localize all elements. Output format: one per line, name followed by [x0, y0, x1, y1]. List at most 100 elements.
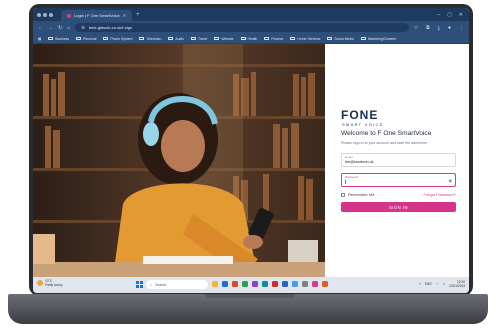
bookmark-label: Marketing/Creative — [367, 36, 397, 41]
remember-row: Remember Me Forgot Password? — [341, 192, 456, 197]
folder-icon — [240, 36, 246, 41]
email-value: lee@fonetech.uk — [345, 160, 374, 164]
bookmark-home-services[interactable]: Home Services — [290, 37, 320, 41]
menu-icon[interactable]: ⋮ — [459, 25, 464, 31]
taskbar-search[interactable]: ⌕ Search — [146, 280, 208, 289]
weather-description: Partly sunny — [45, 283, 63, 287]
close-window-icon[interactable]: ✕ — [459, 12, 463, 18]
bookmark-star-icon[interactable]: ☆ — [414, 25, 418, 31]
bookmark-social-media[interactable]: Social Media — [327, 36, 354, 41]
folder-icon — [290, 36, 296, 41]
remember-me-label[interactable]: Remember Me — [348, 192, 374, 197]
laptop-base — [8, 294, 488, 324]
welcome-tagline: Please sign-in to your account and start… — [341, 141, 428, 145]
url-field[interactable]: ☰ fone.gbtsolo.co.uk/f-sign — [75, 23, 409, 32]
search-placeholder: Search — [155, 282, 167, 287]
forgot-password-link[interactable]: Forgot Password? — [424, 192, 456, 197]
browser-tab[interactable]: Login | F One SmartVoice ✕ — [61, 10, 133, 21]
bookmark-label: Social Media — [334, 36, 354, 41]
pinned-app-icon[interactable] — [242, 281, 248, 287]
wifi-icon[interactable]: ◠ — [436, 282, 439, 286]
bookmark-label: Travel — [198, 36, 208, 41]
system-tray: ˄ ENG ◠ ◁ 12:00 22/01/2024 — [419, 280, 465, 288]
show-password-icon[interactable]: ◉ — [449, 178, 453, 183]
folder-icon — [327, 36, 333, 41]
folder-icon — [75, 36, 81, 41]
new-tab-icon[interactable]: + — [136, 12, 140, 18]
pinned-apps — [212, 281, 328, 287]
bookmark-label: Audio — [175, 36, 185, 41]
bookmark-finance[interactable]: Finance — [264, 37, 283, 41]
folder-icon — [168, 36, 174, 41]
bookmark-label: Home Services — [297, 36, 321, 41]
sign-in-button[interactable]: SIGN IN — [341, 202, 456, 212]
bookmarks-bar: ▦ Business Personal Phone System Television… — [33, 34, 469, 44]
bookmark-travel[interactable]: Travel — [191, 37, 207, 41]
site-info-icon[interactable]: ☰ — [81, 25, 85, 30]
bookmark-business[interactable]: Business — [48, 37, 69, 41]
pinned-app-icon[interactable] — [252, 281, 258, 287]
volume-icon[interactable]: ◁ — [443, 282, 445, 286]
email-label: Email — [345, 155, 353, 159]
window-dots — [37, 12, 53, 17]
laptop-hinge — [205, 294, 295, 298]
start-button[interactable] — [136, 281, 143, 288]
hero-photo — [33, 44, 325, 277]
reload-icon[interactable]: ↻ — [58, 25, 62, 31]
back-icon[interactable]: ← — [38, 25, 43, 31]
folder-icon — [191, 36, 197, 41]
forward-icon[interactable]: → — [48, 25, 53, 31]
bookmark-television[interactable]: Television — [139, 37, 161, 41]
bookmark-label: Website — [221, 36, 234, 41]
pinned-app-icon[interactable] — [322, 281, 328, 287]
bookmark-website[interactable]: Website — [214, 36, 234, 41]
folder-icon — [48, 36, 54, 41]
bookmark-label: Personal — [82, 36, 97, 41]
folder-icon — [103, 36, 109, 41]
close-tab-icon[interactable]: ✕ — [123, 13, 126, 18]
clock[interactable]: 12:00 22/01/2024 — [449, 280, 465, 288]
welcome-heading: Welcome to F One SmartVoice — [341, 130, 432, 137]
minimize-icon[interactable]: – — [437, 12, 440, 18]
text-caret — [345, 180, 346, 184]
brand-logo: FONE — [341, 108, 379, 122]
pinned-app-icon[interactable] — [222, 281, 228, 287]
language-indicator[interactable]: ENG — [425, 282, 432, 286]
home-icon[interactable]: ⌂ — [67, 25, 70, 31]
bookmark-audio[interactable]: Audio — [168, 37, 184, 41]
pinned-app-icon[interactable] — [232, 281, 238, 287]
bookmark-health[interactable]: Health — [240, 36, 257, 41]
remember-me-checkbox[interactable] — [341, 192, 345, 197]
maximize-icon[interactable]: ▢ — [447, 12, 452, 18]
bookmark-personal[interactable]: Personal — [75, 36, 97, 41]
sun-icon — [37, 280, 43, 286]
pinned-app-icon[interactable] — [272, 281, 278, 287]
pinned-app-icon[interactable] — [262, 281, 268, 287]
login-panel: FONE SMART VOICE Welcome to F One SmartV… — [325, 44, 469, 277]
pinned-app-icon[interactable] — [282, 281, 288, 287]
pinned-app-icon[interactable] — [292, 281, 298, 287]
weather-widget[interactable]: 10°C Partly sunny — [37, 279, 63, 287]
bookmark-label: Television — [146, 36, 162, 41]
folder-icon — [214, 36, 220, 41]
profile-icon[interactable]: ● — [448, 25, 451, 31]
windows-taskbar: 10°C Partly sunny ⌕ Search ˄ ENG ◠ ◁ 12:… — [33, 277, 469, 293]
bookmark-label: Phone System — [110, 36, 133, 41]
site-favicon-icon — [67, 13, 71, 18]
url-text: fone.gbtsolo.co.uk/f-sign — [88, 25, 133, 30]
bookmark-marketing-creative[interactable]: Marketing/Creative — [360, 36, 397, 41]
bookmark-label: Business — [55, 36, 69, 41]
password-field[interactable]: Password ◉ — [341, 173, 456, 187]
laptop-screen: Login | F One SmartVoice ✕ + – ▢ ✕ ← → ↻… — [33, 8, 469, 293]
download-icon[interactable]: ⤓ — [438, 25, 440, 31]
pinned-app-icon[interactable] — [302, 281, 308, 287]
bookmark-phone-system[interactable]: Phone System — [103, 37, 132, 41]
extensions-icon[interactable]: ⧉ — [426, 25, 430, 31]
pinned-app-icon[interactable] — [312, 281, 318, 287]
tray-chevron-icon[interactable]: ˄ — [419, 282, 421, 286]
pinned-app-icon[interactable] — [212, 281, 218, 287]
browser-tab-strip: Login | F One SmartVoice ✕ + – ▢ ✕ — [33, 8, 469, 21]
email-field[interactable]: Email lee@fonetech.uk — [341, 153, 456, 167]
apps-grid-icon[interactable]: ▦ — [38, 37, 41, 41]
tab-title: Login | F One SmartVoice — [74, 13, 120, 18]
